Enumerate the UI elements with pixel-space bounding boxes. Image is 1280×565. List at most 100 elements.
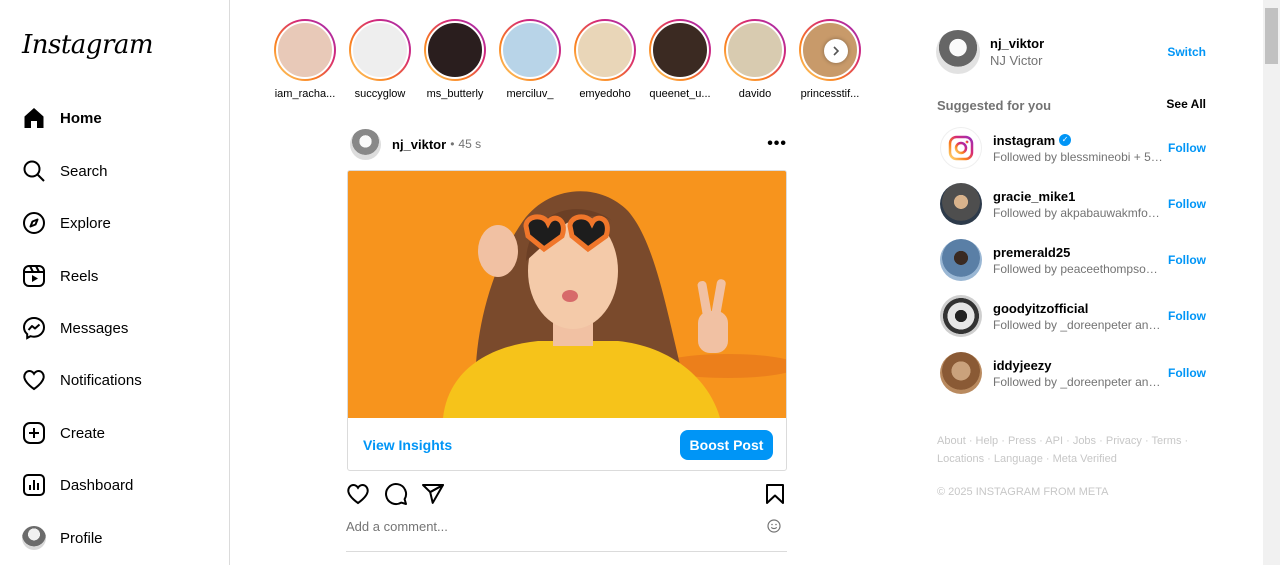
- suggestion-subtitle: Followed by peaceethompson and more: [993, 261, 1163, 276]
- sidebar-item-profile[interactable]: Profile: [22, 525, 103, 551]
- home-icon: [24, 108, 44, 128]
- comment-input[interactable]: [346, 519, 746, 534]
- sidebar-item-messages[interactable]: Messages: [22, 315, 128, 341]
- footer-link[interactable]: Locations: [937, 453, 984, 465]
- instagram-logo[interactable]: Instagram: [22, 30, 154, 60]
- footer-link[interactable]: Terms: [1152, 435, 1182, 447]
- suggestion-username[interactable]: iddyjeezy: [993, 358, 1163, 373]
- sidebar-item-label: Home: [60, 109, 102, 127]
- post-card: View Insights Boost Post: [347, 170, 787, 471]
- messenger-icon: [22, 316, 46, 340]
- footer-separator: ·: [1066, 435, 1070, 447]
- suggestion-subtitle: Followed by blessmineobi + 53 more: [993, 149, 1163, 164]
- footer-link[interactable]: API: [1045, 435, 1063, 447]
- footer-link[interactable]: Press: [1008, 435, 1036, 447]
- scrollbar[interactable]: [1263, 0, 1280, 565]
- footer-link[interactable]: About: [937, 435, 966, 447]
- post-insights-bar: View Insights Boost Post: [348, 418, 786, 470]
- story-item[interactable]: emyedoho: [573, 19, 637, 100]
- suggestion-item: gracie_mike1 Followed by akpabauwakmfon …: [940, 183, 1206, 225]
- stories-tray: iam_racha... succyglow ms_butterly merci…: [273, 19, 873, 104]
- sidebar-item-notifications[interactable]: Notifications: [22, 367, 142, 393]
- post-username[interactable]: nj_viktor: [392, 137, 446, 152]
- post-image[interactable]: [348, 171, 786, 418]
- sidebar-item-label: Explore: [60, 214, 111, 232]
- footer-separator: ·: [987, 453, 991, 465]
- view-insights-link[interactable]: View Insights: [363, 437, 452, 453]
- emoji-icon[interactable]: [767, 519, 781, 533]
- footer-link[interactable]: Help: [976, 435, 999, 447]
- avatar[interactable]: [940, 295, 982, 337]
- more-options-button[interactable]: •••: [767, 135, 787, 153]
- story-avatar: [726, 21, 784, 79]
- sidebar-item-home[interactable]: Home: [22, 105, 102, 131]
- sidebar-item-explore[interactable]: Explore: [22, 210, 111, 236]
- suggestion-item: instagram ✓ Followed by blessmineobi + 53…: [940, 127, 1206, 169]
- separator-dot: •: [450, 137, 455, 151]
- footer-links: About · Help · Press · API · Jobs · Priv…: [937, 432, 1207, 468]
- sidebar-item-dashboard[interactable]: Dashboard: [22, 472, 133, 498]
- sidebar-item-label: Dashboard: [60, 476, 134, 494]
- story-item[interactable]: ms_butterly: [423, 19, 487, 100]
- follow-button[interactable]: Follow: [1168, 141, 1206, 155]
- follow-button[interactable]: Follow: [1168, 309, 1206, 323]
- boost-post-button[interactable]: Boost Post: [680, 430, 773, 460]
- story-ring: [574, 19, 636, 81]
- story-item[interactable]: queenet_u...: [648, 19, 712, 100]
- heart-icon: [23, 369, 45, 391]
- story-item[interactable]: davido: [723, 19, 787, 100]
- like-heart-icon[interactable]: [346, 482, 370, 506]
- follow-button[interactable]: Follow: [1168, 197, 1206, 211]
- suggestion-username-row[interactable]: instagram ✓: [993, 133, 1163, 148]
- avatar[interactable]: [940, 352, 982, 394]
- post-divider: [346, 551, 787, 552]
- post-header: nj_viktor • 45 s •••: [350, 128, 787, 160]
- switch-account-button[interactable]: Switch: [1167, 45, 1206, 59]
- avatar[interactable]: [940, 239, 982, 281]
- sidebar-item-label: Notifications: [60, 371, 142, 389]
- instagram-logo-avatar[interactable]: [940, 127, 982, 169]
- story-item[interactable]: iam_racha...: [273, 19, 337, 100]
- story-avatar: [351, 21, 409, 79]
- story-username: davido: [738, 88, 772, 100]
- avatar[interactable]: [936, 30, 980, 74]
- sidebar-item-reels[interactable]: Reels: [22, 263, 98, 289]
- suggested-header: Suggested for you See All: [937, 97, 1206, 113]
- story-avatar: [501, 21, 559, 79]
- avatar: [22, 526, 46, 550]
- sidebar-item-label: Search: [60, 162, 108, 180]
- story-username: queenet_u...: [649, 88, 711, 100]
- scrollbar-thumb[interactable]: [1265, 8, 1278, 64]
- sidebar-item-search[interactable]: Search: [22, 158, 108, 184]
- suggestion-username[interactable]: goodyitzofficial: [993, 301, 1163, 316]
- follow-button[interactable]: Follow: [1168, 366, 1206, 380]
- footer-link[interactable]: Jobs: [1073, 435, 1096, 447]
- post-timestamp: 45 s: [458, 137, 482, 151]
- footer-link[interactable]: Language: [994, 453, 1043, 465]
- story-item[interactable]: succyglow: [348, 19, 412, 100]
- share-send-icon[interactable]: [421, 482, 445, 506]
- story-item[interactable]: merciluv_: [498, 19, 562, 100]
- comment-icon[interactable]: [384, 482, 408, 506]
- footer-link[interactable]: Privacy: [1106, 435, 1142, 447]
- footer-separator: ·: [1039, 435, 1043, 447]
- verified-badge-icon: ✓: [1059, 134, 1072, 146]
- bookmark-icon[interactable]: [763, 482, 787, 506]
- copyright: © 2025 INSTAGRAM FROM META: [937, 486, 1109, 498]
- sidebar-item-create[interactable]: Create: [22, 420, 105, 446]
- follow-button[interactable]: Follow: [1168, 253, 1206, 267]
- story-ring: [649, 19, 711, 81]
- post-photo-illustration: [348, 171, 786, 418]
- see-all-link[interactable]: See All: [1166, 97, 1206, 111]
- stories-next-button[interactable]: [824, 39, 848, 63]
- suggestion-username[interactable]: premerald25: [993, 245, 1163, 260]
- suggestion-username[interactable]: gracie_mike1: [993, 189, 1163, 204]
- account-username[interactable]: nj_viktor: [990, 36, 1044, 51]
- story-avatar: [576, 21, 634, 79]
- footer-link[interactable]: Meta Verified: [1053, 453, 1117, 465]
- suggested-heading: Suggested for you: [937, 98, 1052, 113]
- avatar[interactable]: [940, 183, 982, 225]
- post-avatar[interactable]: [350, 128, 381, 160]
- footer-separator: ·: [1099, 435, 1103, 447]
- footer-separator: ·: [1144, 435, 1149, 447]
